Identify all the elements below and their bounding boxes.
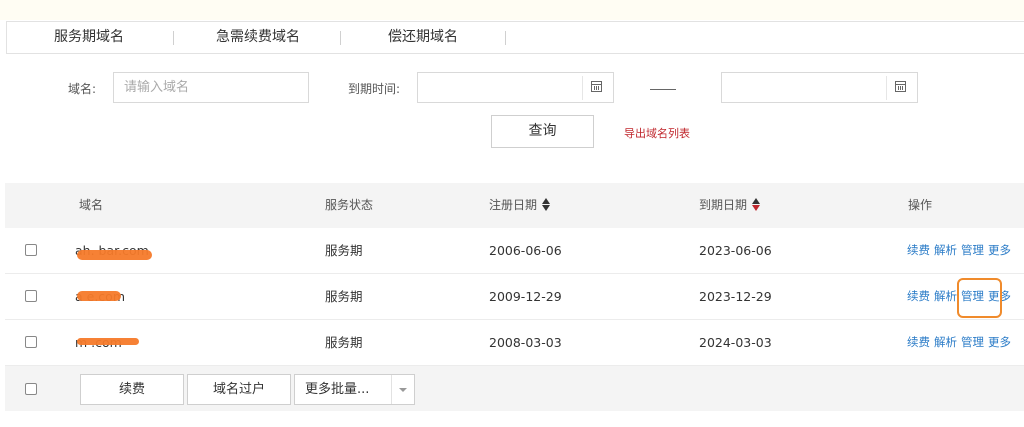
header-reg-date[interactable]: 注册日期: [489, 183, 551, 228]
table-row: ah. bar.com 服务期 2006-06-06 2023-06-06 续费…: [5, 228, 1024, 274]
manage-highlight-box: [957, 278, 1002, 318]
renew-link[interactable]: 续费: [907, 335, 930, 349]
row-checkbox[interactable]: [25, 244, 37, 256]
manage-link[interactable]: 管理: [961, 243, 984, 257]
table-row: m .com 服务期 2008-03-03 2024-03-03 续费解析管理更…: [5, 320, 1024, 366]
date-range-dash: [650, 89, 676, 90]
status-cell: 服务期: [325, 335, 363, 350]
renew-link[interactable]: 续费: [907, 289, 930, 303]
dns-link[interactable]: 解析: [934, 289, 957, 303]
header-exp-date[interactable]: 到期日期: [699, 183, 761, 228]
exp-date-cell: 2023-06-06: [699, 243, 772, 258]
top-strip: [0, 0, 1024, 20]
tab-divider: [505, 31, 506, 45]
input-divider: [886, 76, 887, 100]
manage-link[interactable]: 管理: [961, 335, 984, 349]
chevron-down-icon[interactable]: [391, 375, 414, 404]
query-button[interactable]: 查询: [491, 115, 594, 148]
tab-redemption-domains[interactable]: 偿还期域名: [388, 22, 458, 53]
tab-urgent-renewal[interactable]: 急需续费域名: [216, 22, 300, 53]
sort-icon[interactable]: [542, 198, 551, 211]
calendar-icon[interactable]: [895, 81, 906, 92]
row-checkbox[interactable]: [25, 290, 37, 302]
redaction-mark: [77, 338, 139, 345]
expiry-date-from-input[interactable]: [417, 72, 614, 103]
select-all-checkbox[interactable]: [25, 383, 37, 395]
reg-date-cell: 2009-12-29: [489, 289, 562, 304]
domain-tabs: 服务期域名 急需续费域名 偿还期域名: [6, 21, 1024, 54]
more-link[interactable]: 更多: [988, 335, 1011, 349]
dns-link[interactable]: 解析: [934, 335, 957, 349]
exp-date-cell: 2024-03-03: [699, 335, 772, 350]
reg-date-cell: 2006-06-06: [489, 243, 562, 258]
expiry-date-to-input[interactable]: [721, 72, 918, 103]
redaction-mark: [77, 250, 152, 260]
header-status: 服务状态: [325, 198, 374, 212]
status-cell: 服务期: [325, 243, 363, 258]
row-checkbox[interactable]: [25, 336, 37, 348]
header-exp-date-label: 到期日期: [699, 198, 748, 212]
domain-search-placeholder: 请输入域名: [124, 80, 190, 95]
redaction-mark: [77, 291, 121, 301]
tab-service-domains[interactable]: 服务期域名: [54, 22, 124, 53]
status-cell: 服务期: [325, 289, 363, 304]
calendar-icon[interactable]: [591, 81, 602, 92]
table-row: a e.com 服务期 2009-12-29 2023-12-29 续费解析管理…: [5, 274, 1024, 320]
sort-icon[interactable]: [752, 198, 761, 211]
export-domain-list-link[interactable]: 导出域名列表: [624, 125, 690, 141]
dns-link[interactable]: 解析: [934, 243, 957, 257]
domain-search-input[interactable]: 请输入域名: [113, 72, 309, 103]
row-actions: 续费 解析 管理 更多: [907, 320, 1015, 365]
more-batch-label: 更多批量...: [305, 382, 370, 397]
batch-renew-button[interactable]: 续费: [80, 374, 184, 405]
row-actions: 续费 解析 管理 更多: [907, 228, 1015, 273]
renew-link[interactable]: 续费: [907, 243, 930, 257]
more-batch-dropdown[interactable]: 更多批量...: [294, 374, 415, 405]
tab-divider: [340, 31, 341, 45]
batch-actions-bar: 续费 域名过户 更多批量...: [5, 366, 1024, 411]
more-link[interactable]: 更多: [988, 243, 1011, 257]
header-operations: 操作: [908, 198, 933, 212]
expiry-filter-label: 到期时间:: [348, 82, 401, 96]
header-reg-date-label: 注册日期: [489, 198, 538, 212]
header-domain: 域名: [79, 198, 104, 212]
tab-divider: [173, 31, 174, 45]
table-header: 域名 服务状态 注册日期 到期日期 操作: [5, 183, 1024, 228]
reg-date-cell: 2008-03-03: [489, 335, 562, 350]
domain-transfer-button[interactable]: 域名过户: [187, 374, 291, 405]
domain-filter-label: 域名:: [68, 82, 97, 96]
input-divider: [582, 76, 583, 100]
exp-date-cell: 2023-12-29: [699, 289, 772, 304]
